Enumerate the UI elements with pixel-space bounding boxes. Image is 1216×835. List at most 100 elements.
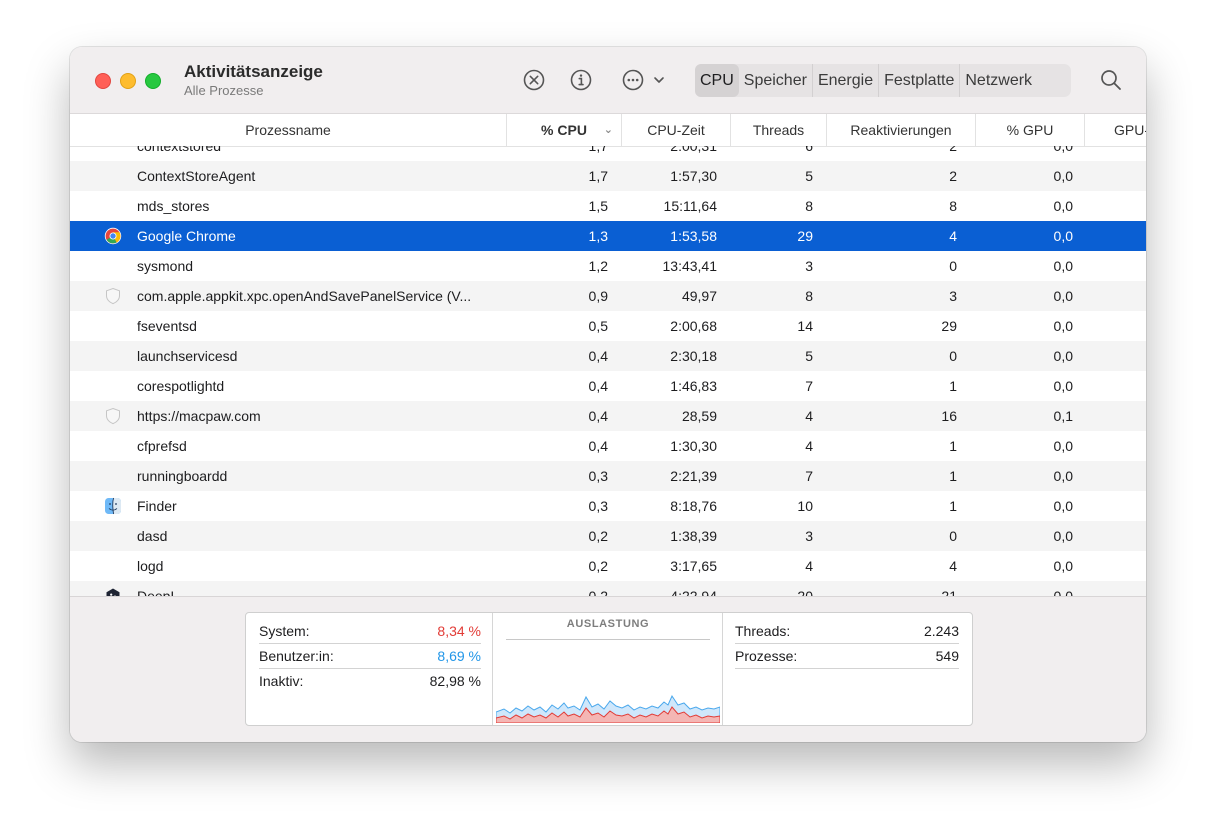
stop-process-icon[interactable] [522, 68, 546, 92]
column-header-threads[interactable]: Threads [730, 114, 826, 146]
activity-monitor-window: Aktivitätsanzeige Alle Prozesse CPU Spei… [70, 47, 1146, 742]
stat-user-label: Benutzer:in: [259, 648, 334, 664]
table-row[interactable]: launchservicesd 0,4 2:30,18 5 0 0,0 [70, 341, 1146, 371]
table-row[interactable]: dasd 0,2 1:38,39 3 0 0,0 [70, 521, 1146, 551]
cell-wakeups: 2 [949, 146, 957, 154]
panel-divider [492, 613, 493, 725]
cell-threads: 20 [797, 588, 813, 596]
cell-process-name: mds_stores [137, 198, 210, 214]
stat-threads: Threads: 2.243 [735, 619, 959, 644]
cell-process-name: contextstored [137, 146, 222, 154]
cell-gpu: 0,0 [1053, 258, 1073, 274]
table-row[interactable]: runningboardd 0,3 2:21,39 7 1 0,0 [70, 461, 1146, 491]
cell-cpu-time: 28,59 [681, 408, 717, 424]
cell-process-name: launchservicesd [137, 348, 238, 364]
cell-cpu: 0,3 [588, 468, 608, 484]
cell-wakeups: 4 [949, 558, 957, 574]
column-header-gpu-time[interactable]: GPU- [1084, 114, 1146, 146]
cell-process-name: logd [137, 558, 164, 574]
cell-cpu: 0,4 [588, 378, 608, 394]
tab-speicher[interactable]: Speicher [739, 64, 813, 97]
table-row[interactable]: sysmond 1,2 13:43,41 3 0 0,0 [70, 251, 1146, 281]
table-row[interactable]: contextstored 1,7 2:00,31 6 2 0,0 [70, 146, 1146, 161]
process-rows: contextstored 1,7 2:00,31 6 2 0,0 ContextStore… [70, 146, 1146, 596]
close-window-button[interactable] [95, 73, 111, 89]
cell-cpu-time: 1:30,30 [670, 438, 717, 454]
cell-gpu: 0,0 [1053, 228, 1073, 244]
cell-threads: 7 [805, 378, 813, 394]
cell-threads: 5 [805, 168, 813, 184]
table-row[interactable]: cfprefsd 0,4 1:30,30 4 1 0,0 [70, 431, 1146, 461]
cell-wakeups: 1 [949, 438, 957, 454]
table-row[interactable]: Google Chrome 1,3 1:53,58 29 4 0,0 [70, 221, 1146, 251]
table-row[interactable]: mds_stores 1,5 15:11,64 8 8 0,0 [70, 191, 1146, 221]
cell-cpu-time: 1:57,30 [670, 168, 717, 184]
cell-cpu-time: 2:00,68 [670, 318, 717, 334]
table-row[interactable]: ContextStoreAgent 1,7 1:57,30 5 2 0,0 [70, 161, 1146, 191]
column-header-gpu[interactable]: % GPU [975, 114, 1084, 146]
cell-wakeups: 1 [949, 378, 957, 394]
more-options-icon[interactable] [621, 68, 645, 92]
cell-gpu: 0,0 [1053, 348, 1073, 364]
cell-cpu-time: 49,97 [681, 288, 717, 304]
column-header-wakeups[interactable]: Reaktivierungen [826, 114, 975, 146]
cell-threads: 8 [805, 198, 813, 214]
table-row[interactable]: https://macpaw.com 0,4 28,59 4 16 0,1 [70, 401, 1146, 431]
cell-cpu-time: 15:11,64 [663, 198, 717, 214]
cell-gpu: 0,0 [1053, 168, 1073, 184]
column-header-cpu[interactable]: % CPU ⌄ [506, 114, 621, 146]
stat-system: System: 8,34 % [259, 619, 481, 644]
cell-cpu: 0,2 [588, 588, 608, 596]
cell-cpu: 1,2 [588, 258, 608, 274]
cell-cpu-time: 1:53,58 [670, 228, 717, 244]
cell-process-name: dasd [137, 528, 168, 544]
chevron-down-icon[interactable] [652, 68, 666, 92]
table-row[interactable]: com.apple.appkit.xpc.openAndSavePanelSer… [70, 281, 1146, 311]
cell-threads: 4 [805, 438, 813, 454]
cell-cpu: 1,3 [588, 228, 608, 244]
load-graph-rule [506, 639, 710, 640]
cell-threads: 3 [805, 258, 813, 274]
cell-cpu-time: 13:43,41 [662, 258, 718, 274]
cell-cpu: 0,5 [588, 318, 608, 334]
zoom-window-button[interactable] [145, 73, 161, 89]
table-row[interactable]: Finder 0,3 8:18,76 10 1 0,0 [70, 491, 1146, 521]
stat-idle-label: Inaktiv: [259, 673, 304, 689]
shield-icon [104, 287, 122, 305]
table-row[interactable]: fseventsd 0,5 2:00,68 14 29 0,0 [70, 311, 1146, 341]
cell-wakeups: 3 [949, 288, 957, 304]
tab-festplatte[interactable]: Festplatte [879, 64, 961, 97]
table-row[interactable]: corespotlightd 0,4 1:46,83 7 1 0,0 [70, 371, 1146, 401]
cell-process-name: fseventsd [137, 318, 197, 334]
minimize-window-button[interactable] [120, 73, 136, 89]
cell-gpu: 0,0 [1053, 438, 1073, 454]
cpu-summary-footer: System: 8,34 % Benutzer:in: 8,69 % Inakt… [70, 596, 1146, 742]
cell-wakeups: 0 [949, 258, 957, 274]
cell-cpu: 0,2 [588, 528, 608, 544]
stat-user-value: 8,69 % [437, 648, 481, 664]
cell-threads: 29 [797, 228, 813, 244]
cell-wakeups: 0 [949, 528, 957, 544]
cell-wakeups: 16 [941, 408, 957, 424]
cell-cpu-time: 3:17,65 [670, 558, 717, 574]
stat-user: Benutzer:in: 8,69 % [259, 644, 481, 669]
panel-divider [722, 613, 723, 725]
table-row[interactable]: DeepL 0,2 4:22,94 20 21 0,0 [70, 581, 1146, 596]
cell-gpu: 0,0 [1053, 528, 1073, 544]
column-header-process-name[interactable]: Prozessname [70, 114, 506, 146]
tab-energie[interactable]: Energie [813, 64, 880, 97]
search-icon[interactable] [1099, 68, 1123, 92]
table-header: Prozessname % CPU ⌄ CPU-Zeit Threads Rea… [70, 114, 1146, 147]
tab-netzwerk[interactable]: Netzwerk [960, 64, 1037, 97]
cell-wakeups: 8 [949, 198, 957, 214]
cell-gpu: 0,1 [1053, 408, 1073, 424]
cell-gpu: 0,0 [1053, 588, 1073, 596]
table-row[interactable]: logd 0,2 3:17,65 4 4 0,0 [70, 551, 1146, 581]
column-header-cpu-time[interactable]: CPU-Zeit [621, 114, 730, 146]
tab-cpu[interactable]: CPU [695, 64, 739, 97]
stat-idle: Inaktiv: 82,98 % [259, 669, 481, 693]
cell-process-name: ContextStoreAgent [137, 168, 256, 184]
cell-cpu-time: 2:30,18 [670, 348, 717, 364]
cell-gpu: 0,0 [1053, 468, 1073, 484]
info-icon[interactable] [569, 68, 593, 92]
